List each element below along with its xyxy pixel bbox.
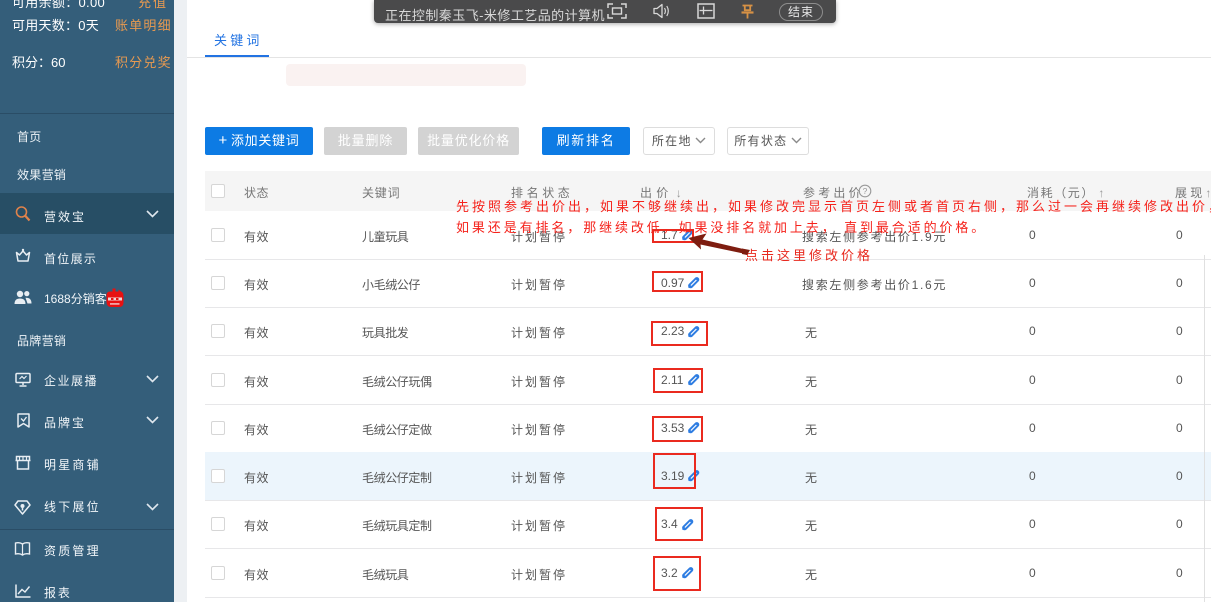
svg-text:?: ? — [863, 186, 868, 196]
